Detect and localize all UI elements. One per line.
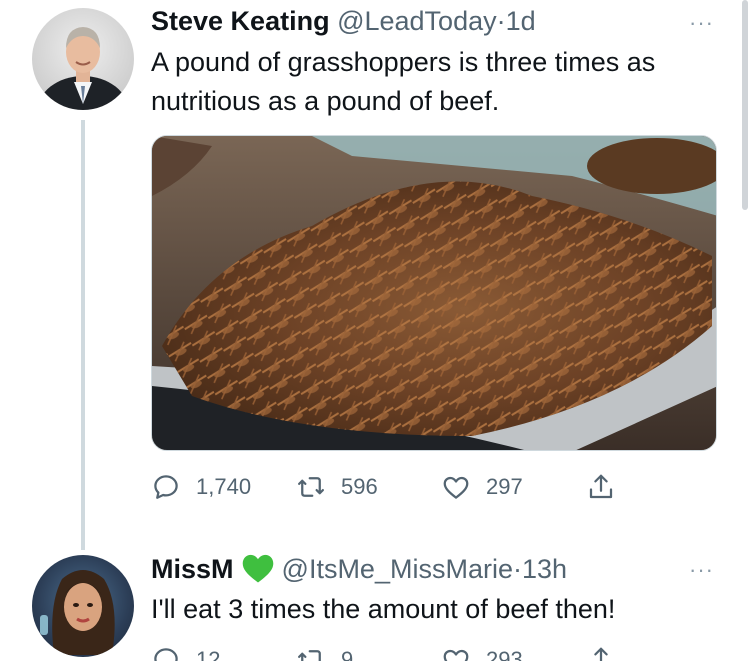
tweet-actions: 1,740 596 297 [151,470,651,504]
retweet-count: 9 [341,647,354,661]
tweet-missm[interactable]: MissM @ItsMe_MissMarie·13h ··· I'll eat 3… [0,545,750,661]
more-icon[interactable]: ··· [689,10,714,36]
avatar[interactable] [32,8,134,110]
tweet-actions: 12 9 293 [151,643,651,661]
like-button[interactable]: 297 [441,470,523,504]
tweet-header: MissM @ItsMe_MissMarie·13h [151,552,567,586]
green-heart-emoji [242,554,273,583]
separator: · [512,554,522,584]
avatar-portrait [37,27,129,110]
like-icon [443,476,469,499]
grasshopper-photo [152,136,716,450]
author-name[interactable]: MissM [151,554,234,584]
tweet-text: I'll eat 3 times the amount of beef then… [151,594,616,624]
tweet-media-image[interactable] [151,135,717,451]
reply-icon [154,475,178,499]
more-icon[interactable]: ··· [689,557,714,583]
author-handle[interactable]: @LeadToday [337,6,497,36]
tweet-text: A pound of grasshoppers is three times a… [151,47,656,116]
tweet-header: Steve Keating @LeadToday·1d [151,4,536,38]
share-icon [594,647,608,661]
like-button[interactable]: 293 [441,643,523,661]
separator: · [496,6,506,36]
avatar-portrait [40,570,115,655]
thread-line [81,120,85,550]
retweet-icon [298,650,321,661]
author-handle[interactable]: @ItsMe_MissMarie [282,554,513,584]
share-button[interactable] [586,643,616,661]
avatar[interactable] [32,555,134,657]
timestamp[interactable]: 13h [522,554,567,584]
retweet-icon [298,477,324,497]
like-count: 293 [486,647,523,661]
reply-icon [154,648,178,661]
reply-button[interactable]: 1,740 [151,470,251,504]
retweet-button[interactable]: 9 [296,643,353,661]
reply-count: 1,740 [196,474,252,499]
reply-count: 12 [196,647,221,661]
share-icon [589,474,613,499]
reply-button[interactable]: 12 [151,643,220,661]
timestamp[interactable]: 1d [506,6,536,36]
author-name[interactable]: Steve Keating [151,6,330,36]
like-count: 297 [486,474,523,499]
retweet-count: 596 [341,474,378,499]
share-button[interactable] [586,470,616,504]
like-icon [443,649,469,661]
retweet-button[interactable]: 596 [296,470,378,504]
tweet-steve-keating[interactable]: Steve Keating @LeadToday·1d ··· A pound … [0,0,750,550]
